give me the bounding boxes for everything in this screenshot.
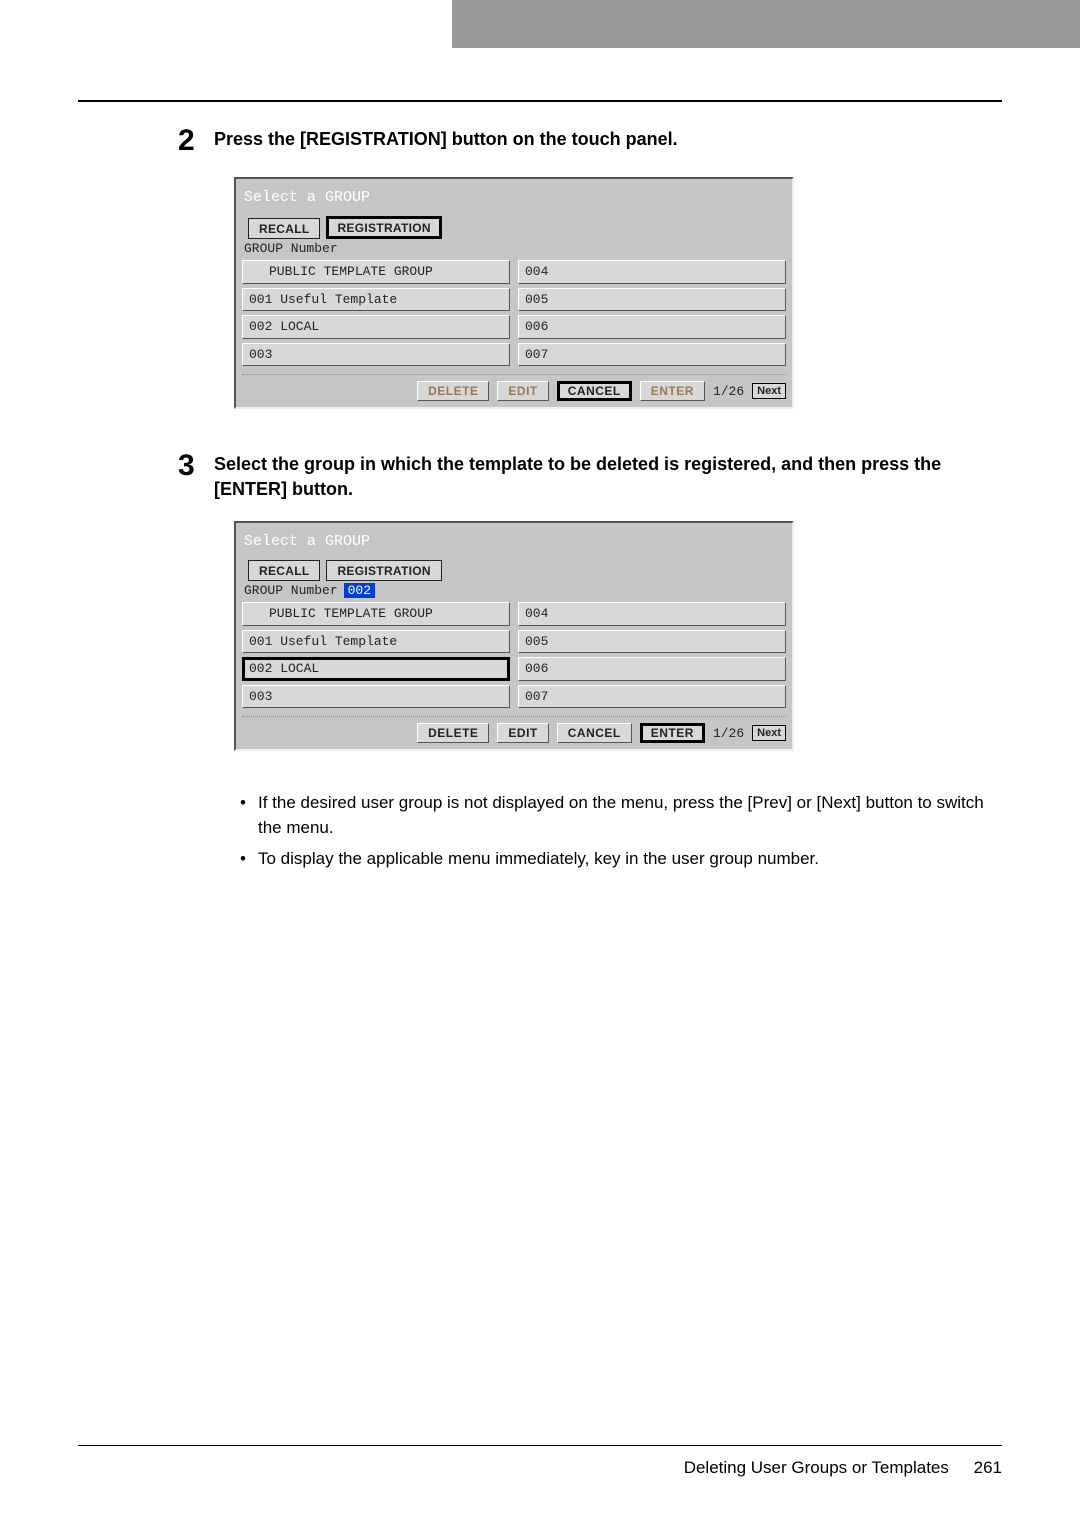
footer-rule — [78, 1445, 1002, 1446]
list-item[interactable]: 001 Useful Template — [242, 630, 510, 654]
list-item[interactable]: 005 — [518, 288, 786, 312]
delete-button[interactable]: DELETE — [417, 381, 489, 401]
list-item[interactable]: 002 LOCAL — [242, 315, 510, 339]
next-button[interactable]: Next — [752, 383, 786, 399]
list-item[interactable]: 001 Useful Template — [242, 288, 510, 312]
step-text-3: Select the group in which the template t… — [214, 449, 1002, 501]
list-item[interactable]: PUBLIC TEMPLATE GROUP — [242, 602, 510, 626]
footer-title: Deleting User Groups or Templates — [684, 1458, 949, 1477]
panel-title: Select a GROUP — [242, 185, 786, 216]
list-item[interactable]: 004 — [518, 260, 786, 284]
notes-list: If the desired user group is not display… — [240, 791, 1002, 871]
tab-recall[interactable]: RECALL — [248, 560, 320, 581]
footer-page: 261 — [974, 1458, 1002, 1477]
list-item[interactable]: 005 — [518, 630, 786, 654]
touch-panel-2: Select a GROUP RECALL REGISTRATION GROUP… — [234, 521, 794, 751]
page-indicator: 1/26 — [713, 726, 744, 741]
page-indicator: 1/26 — [713, 384, 744, 399]
tab-registration[interactable]: REGISTRATION — [326, 216, 441, 239]
step-2: 2 Press the [REGISTRATION] button on the… — [178, 124, 1002, 157]
note-item: To display the applicable menu immediate… — [240, 847, 1002, 872]
panel-title: Select a GROUP — [242, 529, 786, 560]
touch-panel-1: Select a GROUP RECALL REGISTRATION GROUP… — [234, 177, 794, 409]
group-number-value: 002 — [344, 583, 375, 598]
list-item[interactable]: 004 — [518, 602, 786, 626]
step-text-2: Press the [REGISTRATION] button on the t… — [214, 124, 1002, 151]
edit-button[interactable]: EDIT — [497, 381, 548, 401]
step-number-3: 3 — [178, 449, 214, 482]
header-band — [452, 0, 1080, 48]
list-item[interactable]: 007 — [518, 343, 786, 367]
list-item[interactable]: 007 — [518, 685, 786, 709]
step-number-2: 2 — [178, 124, 214, 157]
tab-recall[interactable]: RECALL — [248, 218, 320, 239]
tab-registration[interactable]: REGISTRATION — [326, 560, 441, 581]
next-button[interactable]: Next — [752, 725, 786, 741]
edit-button[interactable]: EDIT — [497, 723, 548, 743]
list-item[interactable]: 003 — [242, 685, 510, 709]
list-item[interactable]: PUBLIC TEMPLATE GROUP — [242, 260, 510, 284]
step-3: 3 Select the group in which the template… — [178, 449, 1002, 501]
list-item-selected[interactable]: 002 LOCAL — [242, 657, 510, 681]
list-item[interactable]: 006 — [518, 315, 786, 339]
top-rule — [78, 100, 1002, 102]
enter-button[interactable]: ENTER — [640, 381, 705, 401]
delete-button[interactable]: DELETE — [417, 723, 489, 743]
list-item[interactable]: 003 — [242, 343, 510, 367]
note-item: If the desired user group is not display… — [240, 791, 1002, 840]
group-number-label: GROUP Number — [244, 583, 338, 598]
enter-button[interactable]: ENTER — [640, 723, 705, 743]
cancel-button[interactable]: CANCEL — [557, 381, 632, 401]
cancel-button[interactable]: CANCEL — [557, 723, 632, 743]
group-number-label: GROUP Number — [244, 241, 338, 256]
list-item[interactable]: 006 — [518, 657, 786, 681]
